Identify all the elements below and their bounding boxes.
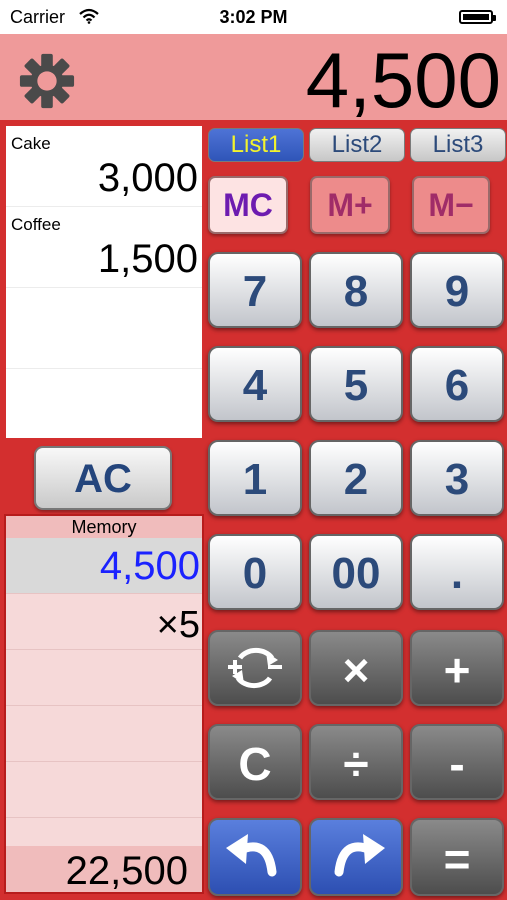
- list-item[interactable]: Coffee 1,500: [6, 207, 202, 288]
- tab-list2[interactable]: List2: [309, 128, 405, 162]
- memory-add-button[interactable]: M+: [310, 176, 390, 234]
- list-item-name: Cake: [11, 134, 51, 153]
- redo-button[interactable]: [309, 818, 403, 896]
- memory-clear-button[interactable]: MC: [208, 176, 288, 234]
- tab-list1[interactable]: List1: [208, 128, 304, 162]
- toggle-sign-button[interactable]: [208, 630, 302, 706]
- list-item-amount: 3,000: [97, 156, 198, 200]
- add-button[interactable]: +: [410, 630, 504, 706]
- key-0[interactable]: 0: [208, 534, 302, 610]
- status-time: 3:02 PM: [219, 7, 288, 27]
- divide-button[interactable]: ÷: [309, 724, 403, 800]
- memory-value[interactable]: 4,500: [6, 538, 202, 594]
- redo-arrow-icon: [334, 834, 385, 877]
- subtract-button[interactable]: -: [410, 724, 504, 800]
- memory-row-empty: [6, 818, 202, 848]
- memory-panel: Memory 4,500 ×5 22,500: [4, 514, 204, 894]
- key-00[interactable]: 00: [309, 534, 403, 610]
- memory-subtract-button[interactable]: M−: [412, 176, 490, 234]
- key-7[interactable]: 7: [208, 252, 302, 328]
- memory-row-empty: [6, 650, 202, 706]
- battery-icon: [459, 10, 496, 24]
- key-6[interactable]: 6: [410, 346, 504, 422]
- key-1[interactable]: 1: [208, 440, 302, 516]
- memory-row-empty: [6, 762, 202, 818]
- memory-row-empty: [6, 706, 202, 762]
- gear-icon[interactable]: [18, 52, 76, 110]
- key-5[interactable]: 5: [309, 346, 403, 422]
- clear-button[interactable]: C: [208, 724, 302, 800]
- key-4[interactable]: 4: [208, 346, 302, 422]
- equals-button[interactable]: =: [410, 818, 504, 896]
- key-2[interactable]: 2: [309, 440, 403, 516]
- item-list: Cake 3,000 Coffee 1,500: [6, 126, 202, 438]
- display-bar: 4,500: [0, 34, 507, 124]
- memory-total: 22,500: [6, 846, 202, 893]
- memory-multiplier[interactable]: ×5: [6, 594, 202, 650]
- key-3[interactable]: 3: [410, 440, 504, 516]
- status-bar: Carrier 3:02 PM: [0, 0, 507, 34]
- key-decimal[interactable]: .: [410, 534, 504, 610]
- list-item-empty[interactable]: [6, 288, 202, 369]
- list-item-name: Coffee: [11, 215, 61, 234]
- list-item-amount: 1,500: [97, 237, 198, 281]
- plus-minus-cycle-icon: [228, 647, 282, 689]
- all-clear-button[interactable]: AC: [34, 446, 172, 510]
- key-9[interactable]: 9: [410, 252, 504, 328]
- key-8[interactable]: 8: [309, 252, 403, 328]
- list-item-empty[interactable]: [6, 369, 202, 449]
- list-item[interactable]: Cake 3,000: [6, 126, 202, 207]
- undo-arrow-icon: [226, 834, 277, 877]
- undo-button[interactable]: [208, 818, 302, 896]
- memory-header: Memory: [6, 516, 202, 538]
- main-display: 4,500: [305, 36, 501, 124]
- tab-list3[interactable]: List3: [410, 128, 506, 162]
- multiply-button[interactable]: ×: [309, 630, 403, 706]
